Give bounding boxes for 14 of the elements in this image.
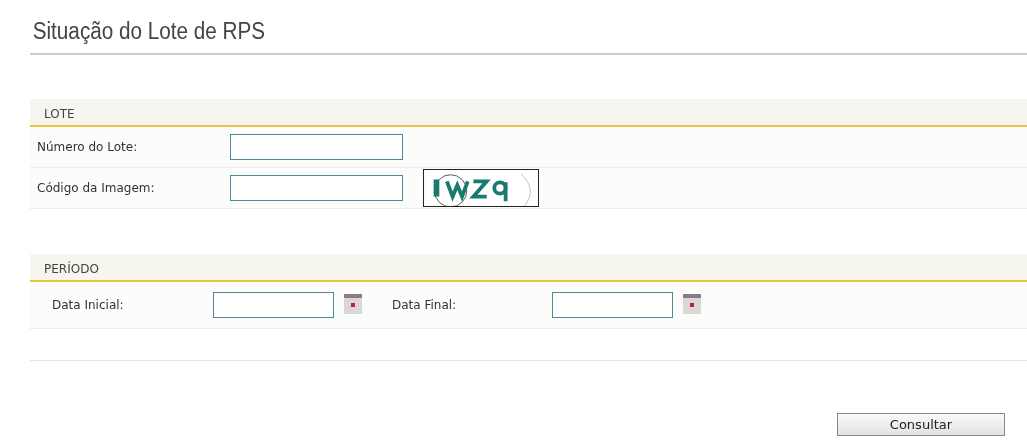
section-heading: LOTE (30, 99, 1027, 127)
section-heading: PERÍODO (30, 254, 1027, 282)
page-title: Situação do Lote de RPS (31, 17, 267, 46)
date-field[interactable] (552, 292, 673, 318)
input-field[interactable] (230, 175, 403, 201)
field-label: Código da Imagem: (37, 181, 156, 195)
input-field[interactable] (230, 134, 403, 160)
field-label: Número do Lote: (37, 140, 139, 154)
field-label: Data Final: (392, 298, 458, 312)
date-field[interactable] (213, 292, 334, 318)
calendar-icon[interactable] (344, 294, 362, 314)
field-label: Data Inicial: (52, 298, 125, 312)
calendar-icon[interactable] (683, 294, 701, 314)
consultar-button[interactable]: Consultar (837, 413, 1005, 436)
